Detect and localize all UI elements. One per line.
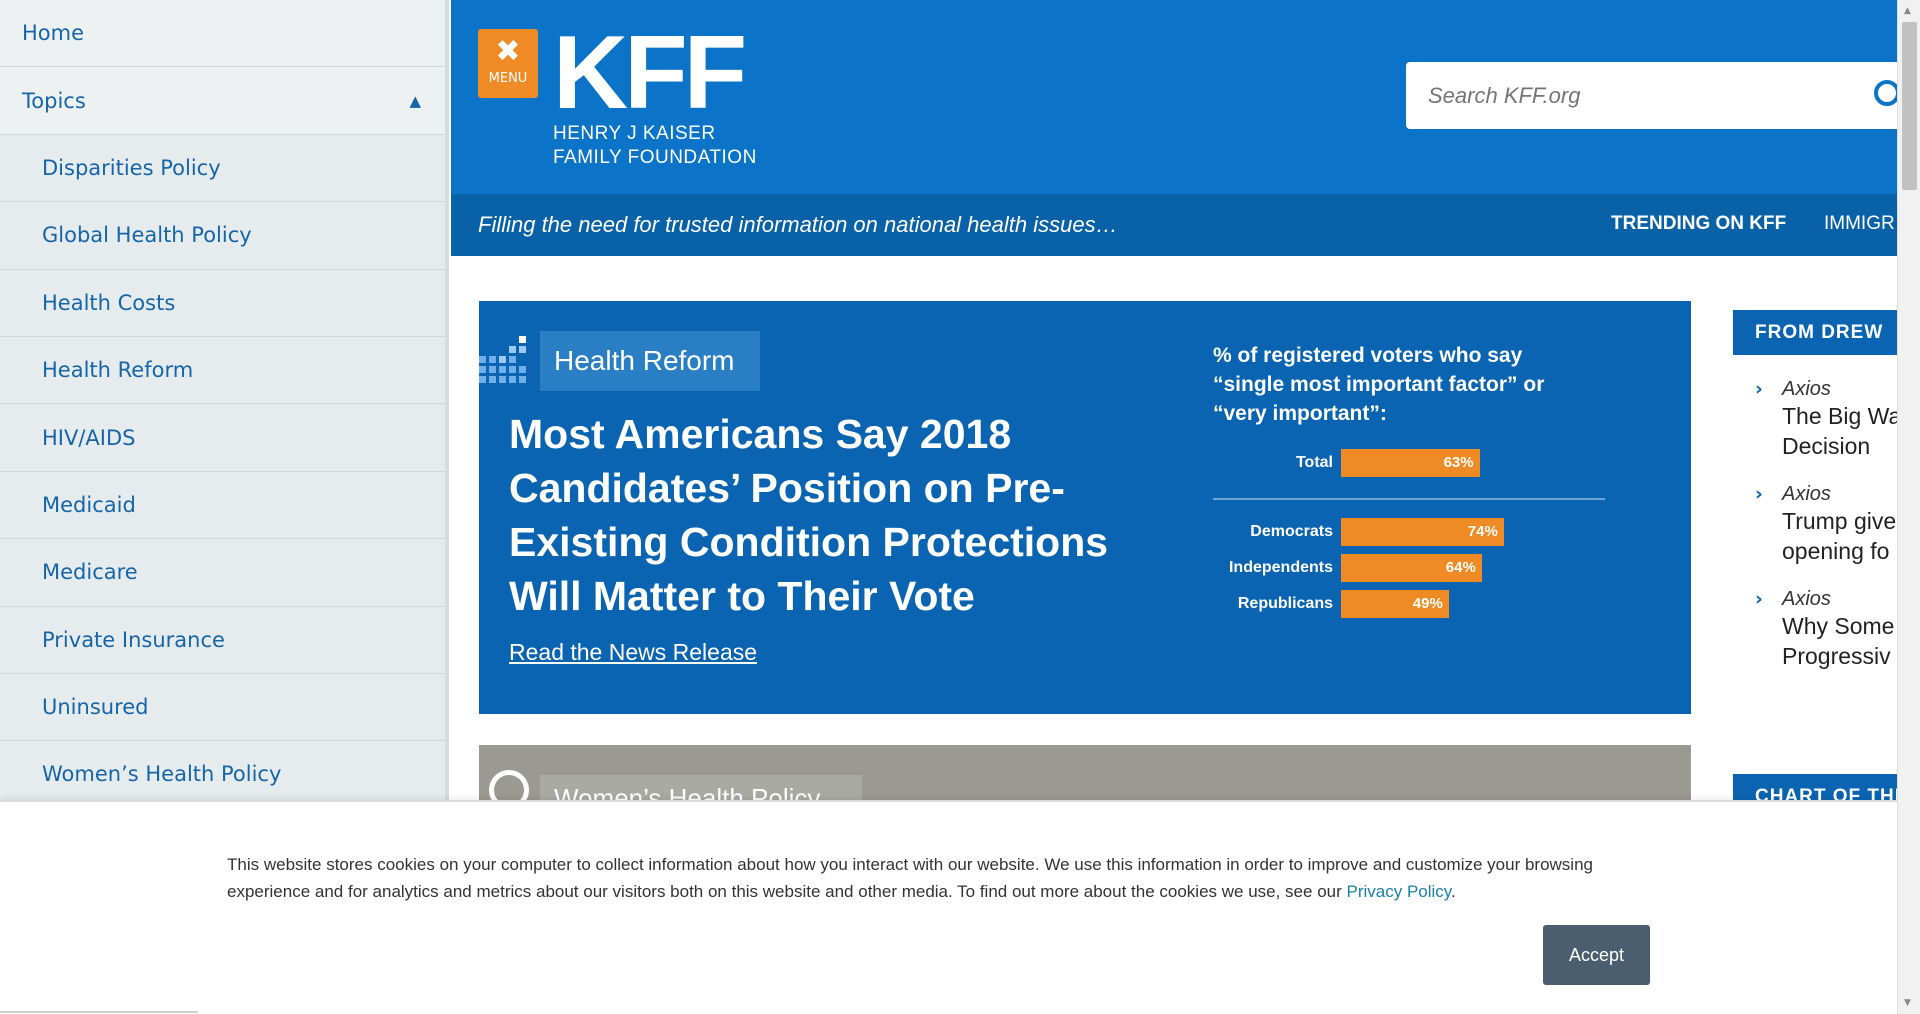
page: Home Topics ▲ Disparities Policy Global … — [0, 0, 1897, 1014]
news-item[interactable]: › Axios Trump give opening fo — [1755, 483, 1897, 566]
sidebar-menu: Home Topics ▲ Disparities Policy Global … — [0, 0, 449, 809]
news-item[interactable]: › Axios The Big Wa Decision — [1755, 378, 1897, 461]
cookie-text-end: . — [1451, 882, 1456, 901]
sidebar-item-medicare[interactable]: Medicare — [0, 539, 445, 607]
chevron-right-icon: › — [1755, 483, 1763, 505]
sidebar-item-disparities-policy[interactable]: Disparities Policy — [0, 134, 445, 203]
chart-bar: 49% — [1341, 590, 1449, 618]
menu-label: MENU — [488, 71, 528, 86]
chart-row-republicans: Republicans 49% — [1213, 590, 1449, 618]
sidebar-item-uninsured[interactable]: Uninsured — [0, 673, 445, 742]
sidebar-item-label: Medicare — [42, 560, 138, 585]
news-title-cont: Decision — [1782, 433, 1871, 459]
trending-label: TRENDING ON KFF — [1611, 213, 1787, 234]
feature-card: Health Reform Most Americans Say 2018 Ca… — [479, 301, 1691, 714]
site-header: ✖ MENU KFF HENRY J KAISER FAMILY FOUNDAT… — [451, 0, 1897, 194]
sidebar-item-label: Topics — [22, 88, 86, 113]
news-title: Why Some — [1782, 613, 1895, 639]
feature-card-secondary: Women’s Health Policy — [479, 745, 1691, 805]
sidebar-item-label: Private Insurance — [42, 627, 225, 652]
feature-headline[interactable]: Most Americans Say 2018 Candidates’ Posi… — [509, 407, 1129, 623]
search-icon[interactable] — [1874, 80, 1897, 106]
sidebar-item-health-reform[interactable]: Health Reform — [0, 336, 445, 405]
logo-subtitle-line2: FAMILY FOUNDATION — [553, 147, 757, 168]
sidebar-item-label: Uninsured — [42, 695, 149, 720]
sidebar-item-label: Health Costs — [42, 290, 176, 315]
news-source: Axios — [1782, 378, 1831, 400]
chart-category-label: Independents — [1228, 559, 1333, 576]
privacy-policy-link[interactable]: Privacy Policy — [1347, 882, 1452, 901]
sidebar-item-label: Disparities Policy — [42, 155, 221, 180]
chart-category-label: Republicans — [1237, 595, 1333, 612]
scroll-down-icon[interactable]: ▼ — [1904, 998, 1911, 1008]
trending-link[interactable]: IMMIGR — [1824, 213, 1895, 235]
divider — [0, 1011, 198, 1013]
news-source: Axios — [1782, 588, 1831, 610]
sidebar-item-label: Global Health Policy — [42, 223, 252, 248]
sidebar-item-health-costs[interactable]: Health Costs — [0, 269, 445, 337]
news-title-cont: opening fo — [1782, 538, 1890, 564]
search-input[interactable] — [1406, 62, 1897, 129]
news-item[interactable]: › Axios Why Some Progressiv — [1755, 588, 1897, 671]
chart-row-total: Total 63% — [1213, 449, 1480, 477]
sidebar-item-topics[interactable]: Topics ▲ — [0, 67, 445, 135]
scroll-up-icon[interactable]: ▲ — [1904, 6, 1911, 16]
sidebar-item-label: Health Reform — [42, 358, 194, 383]
chevron-right-icon: › — [1755, 378, 1763, 400]
accept-button[interactable]: Accept — [1543, 925, 1650, 985]
sidebar-item-private-insurance[interactable]: Private Insurance — [0, 606, 445, 674]
news-title-cont: Progressiv — [1782, 643, 1891, 669]
chart-row-democrats: Democrats 74% — [1213, 518, 1504, 546]
right-column-heading: FROM DREW — [1733, 310, 1897, 355]
chart-divider — [1213, 498, 1605, 500]
sidebar-item-global-health-policy[interactable]: Global Health Policy — [0, 202, 445, 270]
topic-tag[interactable]: Health Reform — [540, 331, 760, 391]
sidebar-item-label: Women’s Health Policy — [42, 762, 282, 787]
close-icon: ✖ — [495, 34, 521, 69]
sidebar-item-label: Home — [22, 21, 85, 46]
news-title: Trump give — [1782, 508, 1897, 534]
cookie-text: This website stores cookies on your comp… — [227, 851, 1647, 905]
sidebar-item-hiv-aids[interactable]: HIV/AIDS — [0, 404, 445, 472]
logo-wordmark: KFF — [553, 15, 747, 131]
sidebar-item-label: Medicaid — [42, 492, 136, 517]
chart-bar: 74% — [1341, 518, 1504, 546]
sidebar-item-home[interactable]: Home — [0, 0, 445, 68]
read-news-release-link[interactable]: Read the News Release — [509, 639, 757, 666]
sidebar-item-label: HIV/AIDS — [42, 425, 136, 450]
sidebar-item-womens-health-policy[interactable]: Women’s Health Policy — [0, 741, 445, 809]
news-title: The Big Wa — [1782, 403, 1897, 429]
chevron-right-icon: › — [1755, 588, 1763, 610]
chart-category-label: Democrats — [1250, 523, 1333, 540]
tagline-bar: Filling the need for trusted information… — [451, 194, 1897, 256]
scrollbar[interactable]: ▲ ▼ — [1897, 0, 1920, 1014]
sidebar-item-medicaid[interactable]: Medicaid — [0, 471, 445, 540]
menu-close-button[interactable]: ✖ MENU — [478, 29, 538, 98]
chart-row-independents: Independents 64% — [1213, 554, 1482, 582]
chart-bar: 63% — [1341, 449, 1480, 477]
chart-title: % of registered voters who say “single m… — [1213, 344, 1545, 425]
tagline: Filling the need for trusted information… — [478, 212, 1118, 237]
scrollbar-thumb[interactable] — [1902, 22, 1917, 190]
news-source: Axios — [1782, 483, 1831, 505]
chart-category-label: Total — [1295, 454, 1333, 471]
chart-bar: 64% — [1341, 554, 1482, 582]
cookie-banner: This website stores cookies on your comp… — [0, 800, 1897, 1014]
chevron-up-icon: ▲ — [409, 91, 421, 110]
kff-logo[interactable]: KFF HENRY J KAISER FAMILY FOUNDATION — [553, 15, 757, 169]
pixel-grid-icon — [479, 336, 526, 383]
